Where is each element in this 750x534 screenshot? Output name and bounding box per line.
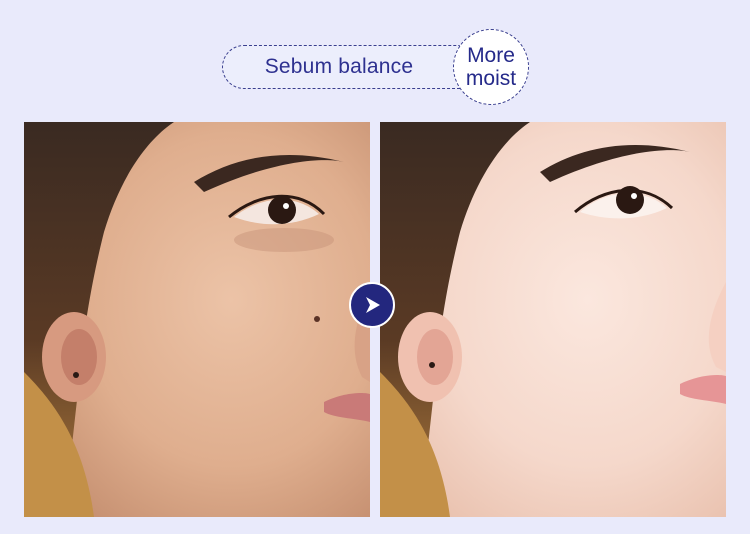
before-photo (24, 122, 370, 517)
sebum-balance-pill: Sebum balance (222, 45, 484, 89)
face-before-photo (24, 122, 370, 517)
after-photo (380, 122, 726, 517)
pill-label: Sebum balance (264, 54, 414, 78)
more-moist-badge: More moist (453, 29, 529, 105)
badge-line-1: More (467, 44, 515, 67)
play-arrow-icon (349, 282, 395, 328)
badge-line-2: moist (465, 67, 517, 90)
face-after-photo (380, 122, 726, 517)
